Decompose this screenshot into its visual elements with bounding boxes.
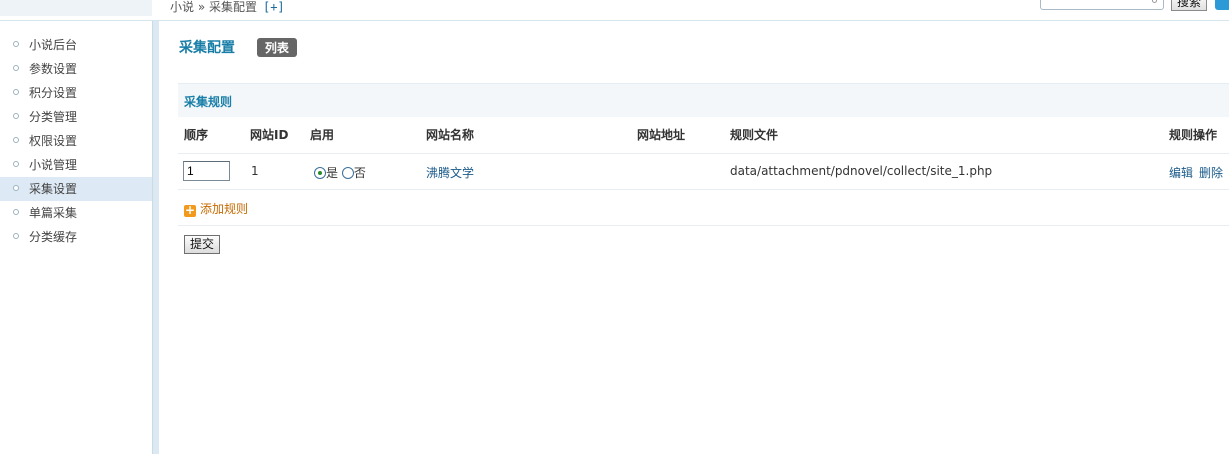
sidebar-item-label: 采集设置 (29, 182, 78, 196)
order-input[interactable] (183, 161, 230, 181)
page-title: 采集配置 (179, 40, 235, 56)
column-header-site-id: 网站ID (250, 128, 289, 142)
section-header: 采集规则 (178, 83, 1229, 117)
bullet-icon (13, 185, 19, 191)
search-button[interactable]: 搜索 (1171, 0, 1207, 11)
divider (178, 189, 1229, 190)
sidebar-item-novel-admin[interactable]: 小说后台 (0, 33, 152, 57)
delete-link[interactable]: 删除 (1199, 166, 1223, 180)
sidebar-item-params[interactable]: 参数设置 (0, 57, 152, 81)
enabled-radio-group: 是 否 (314, 164, 366, 181)
add-rule-button[interactable]: + 添加规则 (184, 200, 248, 217)
sidebar: 小说后台 参数设置 积分设置 分类管理 权限设置 小说管理 采集设置 单篇采集 … (0, 21, 159, 454)
rule-file-cell: data/attachment/pdnovel/collect/site_1.p… (730, 164, 993, 178)
sidebar-item-label: 权限设置 (29, 134, 78, 148)
bullet-icon (13, 113, 19, 119)
column-header-order: 顺序 (184, 128, 209, 142)
enabled-no-label: 否 (353, 166, 366, 180)
divider (178, 225, 1229, 226)
add-rule-label: 添加规则 (200, 202, 249, 216)
breadcrumb-add-link[interactable]: [+] (263, 0, 285, 14)
breadcrumb-text: 小说 » 采集配置 (170, 0, 257, 14)
sidebar-item-permissions[interactable]: 权限设置 (0, 129, 152, 153)
enabled-no-radio[interactable] (341, 167, 354, 179)
search-input[interactable] (1040, 0, 1164, 10)
column-header-rule-file: 规则文件 (730, 128, 779, 142)
enabled-yes-radio[interactable] (314, 167, 326, 179)
sidebar-item-categories[interactable]: 分类管理 (0, 105, 152, 129)
sidebar-item-label: 分类缓存 (29, 230, 78, 244)
top-bar-left-panel (0, 0, 152, 16)
sidebar-item-label: 单篇采集 (29, 206, 78, 220)
sidebar-item-novels[interactable]: 小说管理 (0, 153, 152, 177)
column-header-site-name: 网站名称 (426, 128, 475, 142)
column-header-enabled: 启用 (310, 128, 335, 142)
sidebar-divider (152, 21, 159, 454)
sidebar-item-collect-settings[interactable]: 采集设置 (0, 177, 152, 201)
page-header: 采集配置 列表 (179, 37, 297, 57)
sidebar-item-label: 小说管理 (29, 158, 78, 172)
bullet-icon (13, 65, 19, 71)
microphone-icon[interactable] (1152, 0, 1157, 3)
bullet-icon (13, 209, 19, 215)
column-header-site-url: 网站地址 (637, 128, 686, 142)
sidebar-item-points[interactable]: 积分设置 (0, 81, 152, 105)
bullet-icon (13, 161, 19, 167)
site-id-cell: 1 (251, 164, 259, 178)
sidebar-item-label: 积分设置 (29, 86, 78, 100)
tab-list[interactable]: 列表 (256, 37, 297, 57)
bullet-icon (13, 89, 19, 95)
help-icon[interactable] (1215, 0, 1229, 10)
sidebar-item-category-cache[interactable]: 分类缓存 (0, 225, 152, 249)
submit-button[interactable]: 提交 (184, 235, 220, 254)
site-name-link[interactable]: 沸腾文学 (426, 164, 474, 181)
rule-actions: 编辑 删除 (1169, 164, 1229, 181)
edit-link[interactable]: 编辑 (1169, 166, 1193, 180)
sidebar-item-label: 小说后台 (29, 38, 78, 52)
sidebar-item-single-collect[interactable]: 单篇采集 (0, 201, 152, 225)
breadcrumb: 小说 » 采集配置 [+] (170, 0, 285, 15)
sidebar-item-label: 参数设置 (29, 62, 78, 76)
enabled-yes-label: 是 (326, 166, 339, 180)
main-content: 采集配置 列表 采集规则 顺序 网站ID 启用 网站名称 网站地址 规则文件 规… (159, 21, 1229, 454)
bullet-icon (13, 41, 19, 47)
sidebar-item-label: 分类管理 (29, 110, 78, 124)
plus-icon: + (184, 203, 196, 217)
table-row: 1 是 否 沸腾文学 data/attachment/pdnovel/colle… (159, 154, 1229, 188)
sidebar-nav: 小说后台 参数设置 积分设置 分类管理 权限设置 小说管理 采集设置 单篇采集 … (0, 33, 152, 249)
bullet-icon (13, 137, 19, 143)
top-bar: 小说 » 采集配置 [+] 搜索 (0, 0, 1229, 21)
bullet-icon (13, 233, 19, 239)
section-title: 采集规则 (184, 95, 233, 109)
column-header-rule-actions: 规则操作 (1169, 128, 1218, 142)
